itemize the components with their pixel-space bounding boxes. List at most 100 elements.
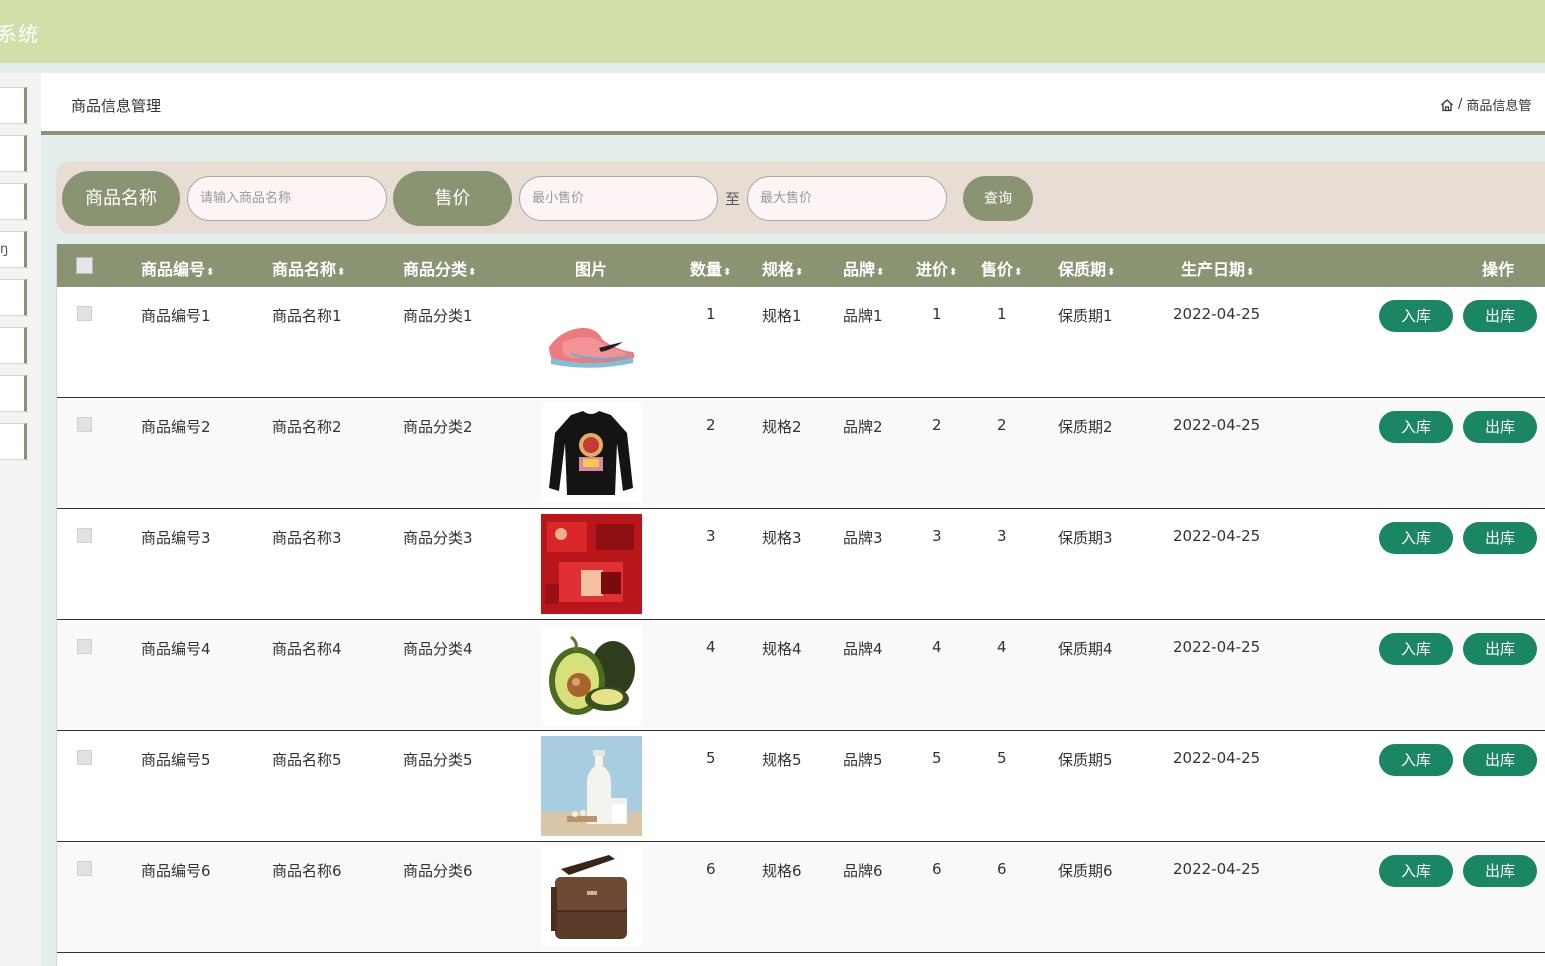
- column-header-image: 图片: [575, 260, 608, 279]
- cell-brand: 品牌3: [843, 529, 883, 547]
- stock-out-button[interactable]: 出库: [1463, 522, 1537, 554]
- breadcrumb-current[interactable]: 商品信息管: [1466, 95, 1531, 114]
- row-checkbox[interactable]: [77, 861, 92, 876]
- column-header-date[interactable]: 生产日期⬍: [1181, 256, 1254, 280]
- product-table: 商品编号⬍ 商品名称⬍ 商品分类⬍ 图片 数量⬍ 规格⬍ 品牌⬍ 进价⬍ 售价⬍…: [56, 244, 1545, 966]
- stock-in-button[interactable]: 入库: [1379, 522, 1453, 554]
- stock-out-button[interactable]: 出库: [1463, 855, 1537, 887]
- cell-date: 2022-04-25: [1173, 527, 1261, 545]
- row-checkbox[interactable]: [77, 417, 92, 432]
- cell-date: 2022-04-25: [1173, 860, 1261, 878]
- cell-shelf-life: 保质期5: [1058, 751, 1113, 769]
- stock-out-button[interactable]: 出库: [1463, 633, 1537, 665]
- min-price-input[interactable]: [519, 176, 718, 221]
- sort-icon[interactable]: ⬍: [795, 267, 803, 278]
- cell-spec: 规格5: [762, 751, 802, 769]
- column-header-price[interactable]: 售价⬍: [981, 256, 1022, 280]
- cell-price: 1: [997, 305, 1007, 323]
- column-header-actions: 操作: [1482, 260, 1515, 279]
- avocado-image[interactable]: [541, 625, 642, 725]
- cell-brand: 品牌5: [843, 751, 883, 769]
- sidebar-item-label: ŋ: [0, 242, 9, 257]
- column-header-spec[interactable]: 规格⬍: [762, 256, 803, 280]
- cell-name: 商品名称3: [272, 529, 342, 547]
- stock-in-button[interactable]: 入库: [1379, 744, 1453, 776]
- sort-icon[interactable]: ⬍: [723, 267, 731, 278]
- cell-brand: 品牌1: [843, 307, 883, 325]
- sort-icon[interactable]: ⬍: [468, 267, 476, 278]
- sidebar-item[interactable]: [0, 279, 27, 316]
- sidebar: ŋ: [0, 73, 41, 966]
- table-row: 商品编号1 商品名称1 商品分类1 1 规格1 品牌1 1 1 保质期1 202…: [57, 287, 1545, 398]
- milk-image[interactable]: [541, 736, 642, 836]
- column-header-brand[interactable]: 品牌⬍: [843, 256, 884, 280]
- cell-qty: 1: [706, 305, 716, 323]
- breadcrumb: / 商品信息管: [1440, 95, 1531, 114]
- search-panel: 商品名称 售价 至 查询: [56, 161, 1545, 234]
- cell-code: 商品编号6: [141, 862, 211, 880]
- sidebar-item[interactable]: ŋ: [0, 231, 27, 268]
- sidebar-item[interactable]: [0, 423, 27, 460]
- cell-shelf-life: 保质期1: [1058, 307, 1113, 325]
- column-header-qty[interactable]: 数量⬍: [690, 256, 731, 280]
- sweater-image[interactable]: [541, 403, 642, 503]
- cell-spec: 规格4: [762, 640, 802, 658]
- query-button[interactable]: 查询: [963, 176, 1033, 221]
- sidebar-item[interactable]: [0, 183, 27, 220]
- cell-qty: 3: [706, 527, 716, 545]
- sort-icon[interactable]: ⬍: [1014, 267, 1022, 278]
- cell-brand: 品牌6: [843, 862, 883, 880]
- cell-code: 商品编号4: [141, 640, 211, 658]
- sidebar-item[interactable]: [0, 375, 27, 412]
- sort-icon[interactable]: ⬍: [1107, 267, 1115, 278]
- cell-spec: 规格6: [762, 862, 802, 880]
- home-icon[interactable]: [1440, 98, 1454, 112]
- name-search-input[interactable]: [187, 176, 387, 221]
- red-giftbox-image[interactable]: [541, 514, 642, 614]
- column-header-category[interactable]: 商品分类⬍: [403, 256, 476, 280]
- row-checkbox[interactable]: [77, 306, 92, 321]
- cell-cost: 1: [932, 305, 942, 323]
- cell-cost: 2: [932, 416, 942, 434]
- cell-name: 商品名称1: [272, 307, 342, 325]
- sidebar-item[interactable]: [0, 327, 27, 364]
- cell-name: 商品名称6: [272, 862, 342, 880]
- sort-icon[interactable]: ⬍: [206, 267, 214, 278]
- table-row: 商品编号5 商品名称5 商品分类5 5 规格5 品牌5 5 5 保质期5 202…: [57, 731, 1545, 842]
- cell-price: 5: [997, 749, 1007, 767]
- stock-out-button[interactable]: 出库: [1463, 300, 1537, 332]
- table-row: 商品编号4 商品名称4 商品分类4 4 规格4 品牌4 4 4 保质期4 202…: [57, 620, 1545, 731]
- column-header-shelf-life[interactable]: 保质期⬍: [1058, 256, 1115, 280]
- name-filter-label: 商品名称: [62, 171, 180, 226]
- sort-icon[interactable]: ⬍: [949, 267, 957, 278]
- stock-out-button[interactable]: 出库: [1463, 744, 1537, 776]
- row-checkbox[interactable]: [77, 528, 92, 543]
- stock-in-button[interactable]: 入库: [1379, 855, 1453, 887]
- cell-price: 2: [997, 416, 1007, 434]
- stock-in-button[interactable]: 入库: [1379, 633, 1453, 665]
- cell-qty: 6: [706, 860, 716, 878]
- stock-out-button[interactable]: 出库: [1463, 411, 1537, 443]
- stock-in-button[interactable]: 入库: [1379, 300, 1453, 332]
- column-header-code[interactable]: 商品编号⬍: [141, 256, 214, 280]
- leather-bag-image[interactable]: [541, 847, 642, 947]
- sneaker-image[interactable]: [541, 292, 642, 392]
- top-header: 系统: [0, 0, 1545, 63]
- sort-icon[interactable]: ⬍: [876, 267, 884, 278]
- sort-icon[interactable]: ⬍: [337, 267, 345, 278]
- row-checkbox[interactable]: [77, 750, 92, 765]
- cell-category: 商品分类5: [403, 751, 473, 769]
- cell-shelf-life: 保质期6: [1058, 862, 1113, 880]
- sidebar-item[interactable]: [0, 87, 27, 124]
- cell-name: 商品名称5: [272, 751, 342, 769]
- select-all-checkbox[interactable]: [76, 257, 93, 274]
- max-price-input[interactable]: [747, 176, 947, 221]
- cell-price: 4: [997, 638, 1007, 656]
- sidebar-item[interactable]: [0, 135, 27, 172]
- stock-in-button[interactable]: 入库: [1379, 411, 1453, 443]
- sort-icon[interactable]: ⬍: [1246, 267, 1254, 278]
- column-header-name[interactable]: 商品名称⬍: [272, 256, 345, 280]
- row-checkbox[interactable]: [77, 639, 92, 654]
- cell-spec: 规格3: [762, 529, 802, 547]
- column-header-cost[interactable]: 进价⬍: [916, 256, 957, 280]
